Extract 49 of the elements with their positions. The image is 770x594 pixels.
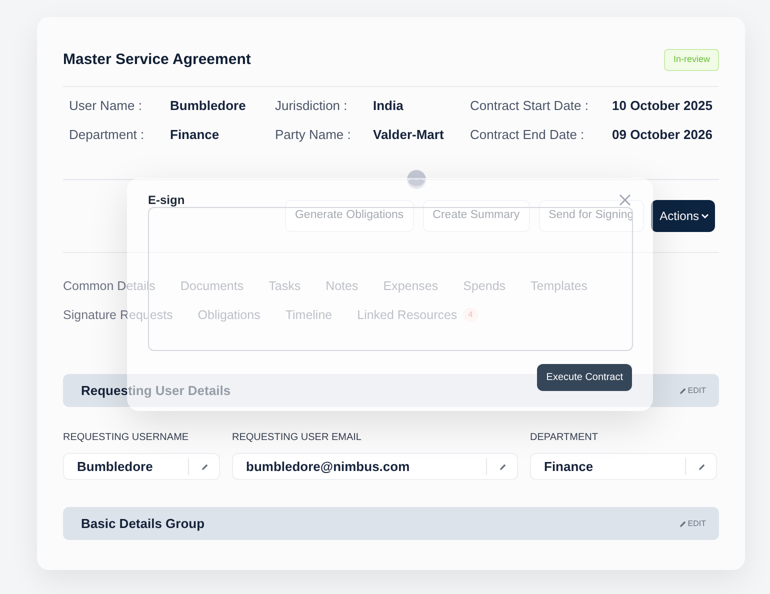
tab[interactable]: Linked Resources 4 bbox=[357, 306, 478, 324]
field-value: Valder-Mart bbox=[373, 126, 445, 144]
field-label: REQUESTING USER EMAIL bbox=[232, 432, 362, 444]
field-value: 09 October 2026 bbox=[612, 126, 714, 144]
tab[interactable]: Obligations bbox=[198, 306, 260, 324]
close-icon[interactable] bbox=[619, 194, 631, 206]
document-title: Master Service Agreement bbox=[63, 50, 251, 70]
pencil-icon bbox=[698, 462, 706, 470]
action-button[interactable]: Create Summary bbox=[422, 200, 530, 232]
field-label: User Name : bbox=[69, 97, 143, 115]
chevron-down-icon bbox=[701, 213, 709, 219]
text-field[interactable]: Finance bbox=[530, 453, 717, 480]
field-label: Party Name : bbox=[275, 126, 352, 144]
tab[interactable]: Timeline bbox=[285, 306, 332, 324]
actions-menu-button[interactable]: Actions bbox=[650, 200, 715, 232]
field-label: Contract Start Date : bbox=[470, 97, 590, 115]
avatar-icon bbox=[407, 170, 426, 189]
tab[interactable]: Signature Requests bbox=[63, 306, 173, 324]
tab[interactable]: Tasks bbox=[268, 276, 301, 296]
pencil-icon bbox=[201, 462, 209, 470]
tab[interactable]: Notes bbox=[326, 276, 358, 296]
dialog-title: E-sign bbox=[148, 192, 185, 209]
field-label: Contract End Date : bbox=[470, 126, 586, 144]
pencil-icon bbox=[678, 386, 687, 394]
action-button[interactable]: Generate Obligations bbox=[284, 200, 414, 232]
pencil-icon bbox=[499, 462, 507, 470]
text-field[interactable]: Bumbledore bbox=[63, 453, 220, 480]
section-title: Requesting User Details bbox=[81, 382, 231, 400]
tab[interactable]: Templates bbox=[530, 276, 588, 296]
field-value: Finance bbox=[170, 126, 220, 144]
edit-button[interactable]: EDIT bbox=[678, 518, 706, 530]
count-badge: 4 bbox=[463, 308, 478, 322]
text-field[interactable]: bumbledore@nimbus.com bbox=[232, 453, 518, 480]
field-label: DEPARTMENT bbox=[530, 432, 599, 444]
tab[interactable]: Expenses bbox=[383, 276, 438, 296]
tab[interactable]: Common Details bbox=[63, 276, 156, 296]
field-value: Bumbledore bbox=[170, 97, 247, 115]
tab[interactable]: Documents bbox=[180, 276, 244, 296]
field-label: Department : bbox=[69, 126, 146, 144]
execute-contract-button[interactable]: Execute Contract bbox=[537, 364, 632, 391]
pencil-icon bbox=[678, 520, 687, 528]
tab[interactable]: Spends bbox=[463, 276, 506, 296]
field-label: Jurisdiction : bbox=[275, 97, 348, 115]
edit-button[interactable]: EDIT bbox=[678, 384, 706, 396]
section-title: Basic Details Group bbox=[81, 514, 205, 533]
field-value: India bbox=[373, 97, 404, 115]
field-label: REQUESTING USERNAME bbox=[63, 432, 190, 444]
status-badge: In-review bbox=[664, 49, 719, 71]
field-value: 10 October 2025 bbox=[612, 97, 714, 115]
